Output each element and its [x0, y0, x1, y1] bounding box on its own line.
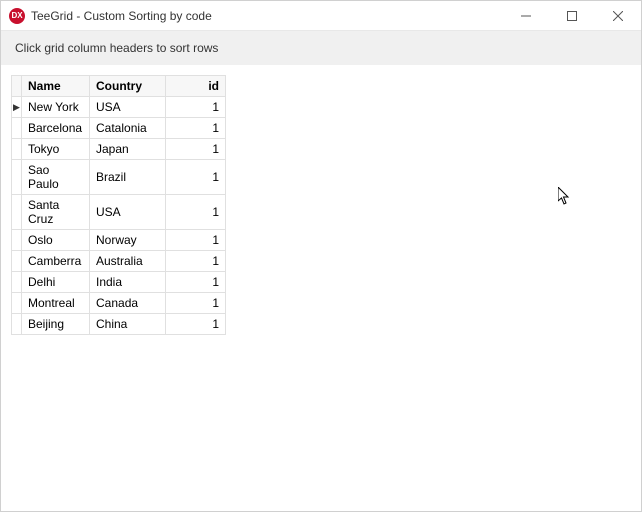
cell-country[interactable]: Catalonia [90, 118, 166, 139]
table-row[interactable]: MontrealCanada1 [12, 293, 226, 314]
cell-id[interactable]: 1 [166, 293, 226, 314]
cell-country[interactable]: Australia [90, 251, 166, 272]
cell-country[interactable]: Norway [90, 230, 166, 251]
cell-name[interactable]: Tokyo [22, 139, 90, 160]
maximize-button[interactable] [549, 1, 595, 30]
cell-name[interactable]: Montreal [22, 293, 90, 314]
row-indicator-header [12, 76, 22, 97]
cell-id[interactable]: 1 [166, 314, 226, 335]
row-indicator [12, 251, 22, 272]
cell-country[interactable]: USA [90, 97, 166, 118]
grid-container: Name Country id ▶New YorkUSA1BarcelonaCa… [1, 65, 641, 345]
row-indicator [12, 139, 22, 160]
cell-name[interactable]: Sao Paulo [22, 160, 90, 195]
cell-id[interactable]: 1 [166, 195, 226, 230]
row-indicator [12, 230, 22, 251]
row-indicator [12, 118, 22, 139]
app-icon: DX [9, 8, 25, 24]
row-indicator: ▶ [12, 97, 22, 118]
cell-id[interactable]: 1 [166, 97, 226, 118]
cell-name[interactable]: Delhi [22, 272, 90, 293]
row-indicator [12, 160, 22, 195]
column-header-id[interactable]: id [166, 76, 226, 97]
table-row[interactable]: Sao PauloBrazil1 [12, 160, 226, 195]
close-button[interactable] [595, 1, 641, 30]
table-row[interactable]: ▶New YorkUSA1 [12, 97, 226, 118]
titlebar[interactable]: DX TeeGrid - Custom Sorting by code [1, 1, 641, 31]
minimize-button[interactable] [503, 1, 549, 30]
cell-country[interactable]: Canada [90, 293, 166, 314]
cell-id[interactable]: 1 [166, 118, 226, 139]
column-header-name[interactable]: Name [22, 76, 90, 97]
table-row[interactable]: BeijingChina1 [12, 314, 226, 335]
cell-id[interactable]: 1 [166, 230, 226, 251]
row-indicator [12, 293, 22, 314]
table-row[interactable]: OsloNorway1 [12, 230, 226, 251]
cell-country[interactable]: USA [90, 195, 166, 230]
window-title: TeeGrid - Custom Sorting by code [31, 9, 503, 23]
cell-id[interactable]: 1 [166, 251, 226, 272]
row-indicator [12, 314, 22, 335]
table-row[interactable]: BarcelonaCatalonia1 [12, 118, 226, 139]
instruction-bar: Click grid column headers to sort rows [1, 31, 641, 65]
cell-id[interactable]: 1 [166, 139, 226, 160]
row-indicator [12, 272, 22, 293]
window-controls [503, 1, 641, 30]
cell-name[interactable]: Beijing [22, 314, 90, 335]
instruction-text: Click grid column headers to sort rows [15, 41, 218, 55]
row-indicator [12, 195, 22, 230]
cell-name[interactable]: Santa Cruz [22, 195, 90, 230]
table-row[interactable]: TokyoJapan1 [12, 139, 226, 160]
cell-country[interactable]: Japan [90, 139, 166, 160]
cell-name[interactable]: New York [22, 97, 90, 118]
header-row: Name Country id [12, 76, 226, 97]
data-grid[interactable]: Name Country id ▶New YorkUSA1BarcelonaCa… [11, 75, 226, 335]
cell-country[interactable]: Brazil [90, 160, 166, 195]
table-row[interactable]: DelhiIndia1 [12, 272, 226, 293]
cell-name[interactable]: Oslo [22, 230, 90, 251]
table-row[interactable]: CamberraAustralia1 [12, 251, 226, 272]
cell-country[interactable]: India [90, 272, 166, 293]
cell-id[interactable]: 1 [166, 160, 226, 195]
cell-name[interactable]: Barcelona [22, 118, 90, 139]
cell-country[interactable]: China [90, 314, 166, 335]
table-row[interactable]: Santa CruzUSA1 [12, 195, 226, 230]
cell-id[interactable]: 1 [166, 272, 226, 293]
column-header-country[interactable]: Country [90, 76, 166, 97]
cell-name[interactable]: Camberra [22, 251, 90, 272]
